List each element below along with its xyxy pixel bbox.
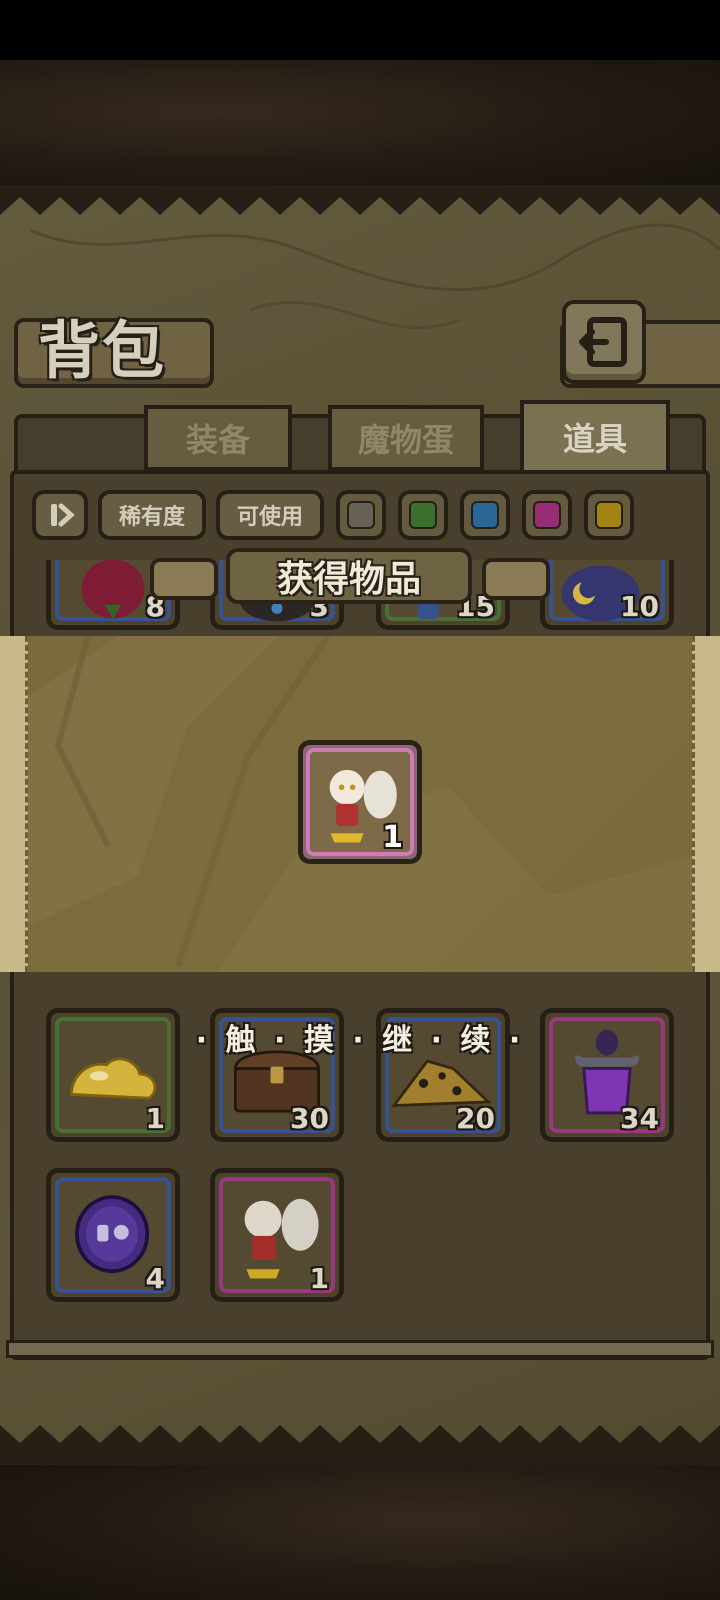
tab-monster-eggs-label: 魔物蛋 xyxy=(357,421,454,459)
rarity-swatch-green[interactable] xyxy=(398,490,448,540)
page-title: 背包 xyxy=(38,314,167,387)
item-count: 34 xyxy=(620,1102,659,1135)
item-count: 1 xyxy=(145,1102,165,1135)
usable-filter-button[interactable]: 可使用 xyxy=(216,490,324,540)
tab-items-label: 道具 xyxy=(562,420,627,458)
footer-background xyxy=(0,1465,720,1600)
gray-swatch-color xyxy=(347,501,375,529)
item-count: 30 xyxy=(290,1102,329,1135)
item-slot-top-4[interactable]: 10 xyxy=(540,560,674,630)
back-button[interactable] xyxy=(562,300,646,384)
tab-equipment-label: 装备 xyxy=(185,421,250,459)
item-slot-gold-slime[interactable]: 1 xyxy=(46,1008,180,1142)
popup-title-side-left xyxy=(150,558,218,600)
return-arrow-icon xyxy=(579,317,627,367)
tab-monster-eggs[interactable]: 魔物蛋 xyxy=(328,405,484,471)
status-bar xyxy=(0,0,720,60)
tab-equipment[interactable]: 装备 xyxy=(144,405,292,471)
rarity-swatch-blue[interactable] xyxy=(460,490,510,540)
parchment-torn-edge-bottom xyxy=(0,1425,720,1470)
item-slot-purple-potion[interactable]: 34 xyxy=(540,1008,674,1142)
rarity-filter-button[interactable]: 稀有度 xyxy=(98,490,206,540)
popup-edge-right xyxy=(692,636,720,972)
reward-item[interactable]: 1 xyxy=(298,740,422,864)
reward-count: 1 xyxy=(382,820,403,855)
item-slot-rabbit-girl-figurine[interactable]: 1 xyxy=(210,1168,344,1302)
item-count: 10 xyxy=(620,590,659,623)
popup-title-side-right xyxy=(482,558,550,600)
green-swatch-color xyxy=(409,501,437,529)
rarity-swatch-purple[interactable] xyxy=(522,490,572,540)
item-slot-rabbit-coin[interactable]: 4 xyxy=(46,1168,180,1302)
sort-toggle-button[interactable] xyxy=(32,490,88,540)
gold-swatch-color xyxy=(595,501,623,529)
item-count: 1 xyxy=(309,1262,329,1295)
popup-title: 获得物品 xyxy=(226,548,472,604)
rarity-swatch-gold[interactable] xyxy=(584,490,634,540)
item-count: 20 xyxy=(456,1102,495,1135)
rarity-swatch-gray[interactable] xyxy=(336,490,386,540)
tab-items[interactable]: 道具 xyxy=(520,400,670,474)
blue-swatch-color xyxy=(471,501,499,529)
purple-swatch-color xyxy=(533,501,561,529)
tap-to-continue[interactable]: · 触 · 摸 · 继 · 续 · xyxy=(180,1015,540,1059)
panel-bottom-rail xyxy=(6,1340,714,1358)
sort-toggle-icon xyxy=(51,503,75,527)
popup-edge-left xyxy=(0,636,28,972)
item-count: 4 xyxy=(145,1262,165,1295)
header-background xyxy=(0,60,720,190)
